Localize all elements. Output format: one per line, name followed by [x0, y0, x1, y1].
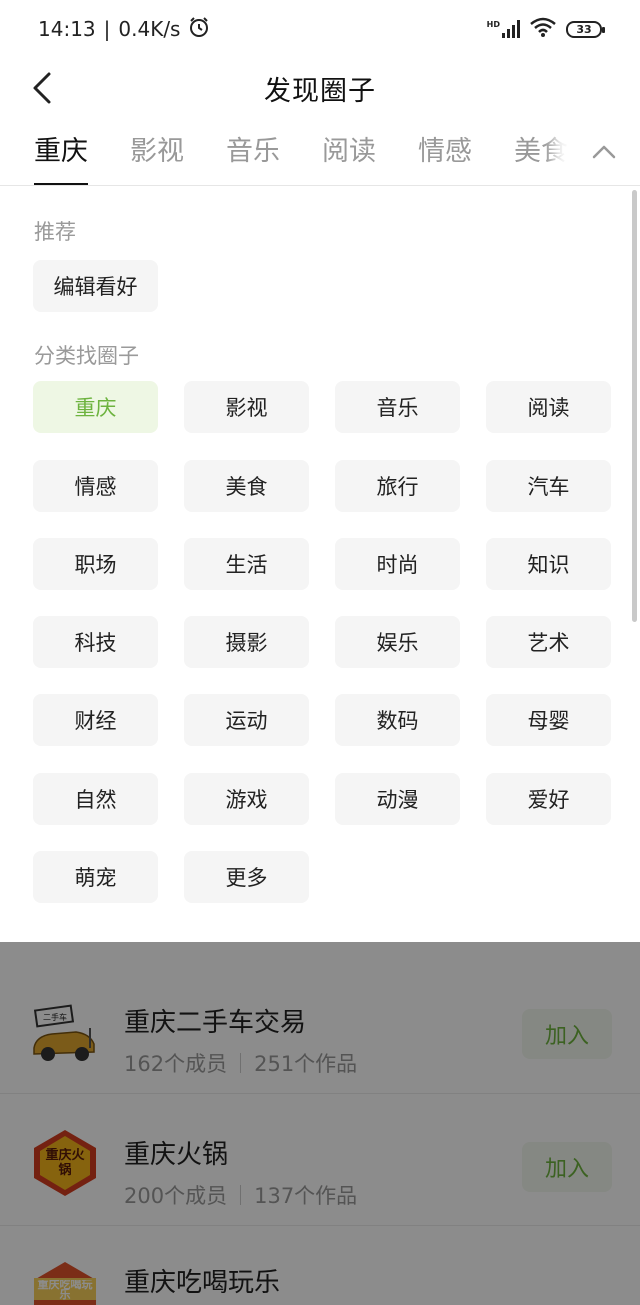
category-chip-finance[interactable]: 财经 [33, 694, 158, 746]
network-label: HD [486, 20, 500, 29]
tab-food[interactable]: 美食 [514, 118, 568, 185]
category-chip-sports[interactable]: 运动 [184, 694, 309, 746]
category-chip-games[interactable]: 游戏 [184, 773, 309, 825]
page-title: 发现圈子 [264, 75, 376, 107]
dim-overlay[interactable] [0, 942, 640, 1305]
tab-emotion[interactable]: 情感 [418, 118, 472, 185]
category-label: 分类找圈子 [34, 344, 139, 368]
chevron-up-icon [592, 145, 616, 158]
category-panel: 推荐 编辑看好 分类找圈子 重庆 影视 音乐 阅读 情感 美食 旅行 汽车 职场… [0, 186, 640, 942]
status-divider: | [103, 17, 111, 41]
status-bar: 14:13 | 0.4K/s HD 33 [0, 0, 640, 58]
category-chip-travel[interactable]: 旅行 [335, 460, 460, 512]
category-tabs: 重庆 影视 音乐 阅读 情感 美食 [0, 118, 640, 186]
tab-chongqing[interactable]: 重庆 [34, 118, 88, 185]
category-chip-film[interactable]: 影视 [184, 381, 309, 433]
category-chip-workplace[interactable]: 职场 [33, 538, 158, 590]
category-chip-tech[interactable]: 科技 [33, 616, 158, 668]
battery-icon: 33 [566, 20, 605, 38]
status-time: 14:13 [38, 17, 96, 41]
tab-reading[interactable]: 阅读 [322, 118, 376, 185]
category-chip-photography[interactable]: 摄影 [184, 616, 309, 668]
status-left: 14:13 | 0.4K/s [38, 16, 210, 43]
category-chip-art[interactable]: 艺术 [486, 616, 611, 668]
chevron-left-icon [33, 72, 51, 104]
alarm-icon [188, 16, 210, 43]
category-chip-reading[interactable]: 阅读 [486, 381, 611, 433]
hd-signal-icon: HD [487, 20, 520, 38]
tab-film[interactable]: 影视 [130, 118, 184, 185]
wifi-icon [530, 17, 556, 41]
category-chip-emotion[interactable]: 情感 [33, 460, 158, 512]
category-chip-music[interactable]: 音乐 [335, 381, 460, 433]
category-chip-life[interactable]: 生活 [184, 538, 309, 590]
recommend-label: 推荐 [34, 220, 76, 244]
status-right: HD 33 [487, 17, 605, 41]
category-chip-hobby[interactable]: 爱好 [486, 773, 611, 825]
header: 发现圈子 [0, 58, 640, 118]
category-chip-more[interactable]: 更多 [184, 851, 309, 903]
category-chip-nature[interactable]: 自然 [33, 773, 158, 825]
category-chip-entertainment[interactable]: 娱乐 [335, 616, 460, 668]
category-chip-car[interactable]: 汽车 [486, 460, 611, 512]
category-chip-pets[interactable]: 萌宠 [33, 851, 158, 903]
collapse-tabs-button[interactable] [568, 118, 640, 185]
battery-level: 33 [576, 22, 592, 36]
panel-scrollbar[interactable] [632, 190, 637, 622]
category-chip-knowledge[interactable]: 知识 [486, 538, 611, 590]
category-chip-digital[interactable]: 数码 [335, 694, 460, 746]
status-speed: 0.4K/s [118, 17, 181, 41]
category-chip-chongqing[interactable]: 重庆 [33, 381, 158, 433]
back-button[interactable] [20, 66, 64, 110]
editor-pick-chip[interactable]: 编辑看好 [33, 260, 158, 312]
category-chip-parenting[interactable]: 母婴 [486, 694, 611, 746]
category-chip-anime[interactable]: 动漫 [335, 773, 460, 825]
category-chip-fashion[interactable]: 时尚 [335, 538, 460, 590]
tab-music[interactable]: 音乐 [226, 118, 280, 185]
category-chip-food[interactable]: 美食 [184, 460, 309, 512]
